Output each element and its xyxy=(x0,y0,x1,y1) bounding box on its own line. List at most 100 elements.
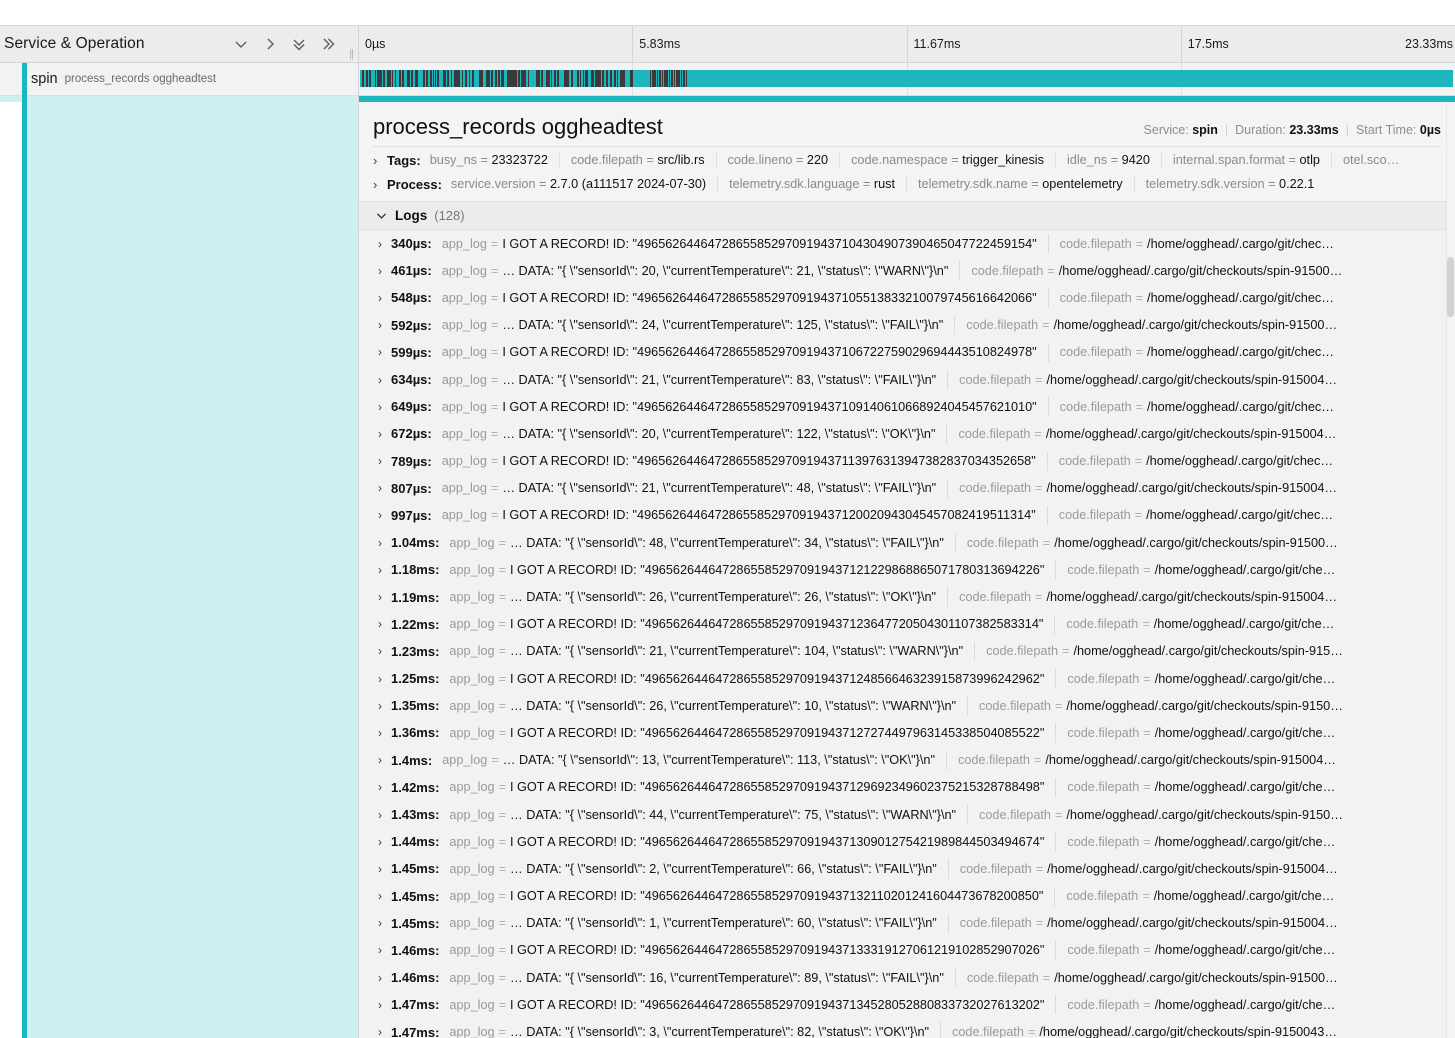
log-row[interactable]: › 548µs: app_log = I GOT A RECORD! ID: "4965… xyxy=(359,284,1455,311)
log-row[interactable]: › 807µs: app_log =… DATA: "{ \"sensorId\": … xyxy=(359,475,1455,502)
chevron-right-icon[interactable]: › xyxy=(378,971,391,985)
chevron-right-icon[interactable]: › xyxy=(378,726,391,740)
log-row[interactable]: › 1.46ms: app_log =… DATA: "{ \"sensorId\":… xyxy=(359,964,1455,991)
log-filepath-value: /home/ogghead/.cargo/git/che… xyxy=(1154,725,1336,740)
chevron-right-icon[interactable]: › xyxy=(378,916,391,930)
log-row[interactable]: › 1.35ms: app_log =… DATA: "{ \"sensorId\":… xyxy=(359,692,1455,719)
log-marker xyxy=(518,70,520,87)
chevron-right-icon[interactable]: › xyxy=(378,264,391,278)
chevron-right-icon[interactable] xyxy=(262,36,278,52)
chevron-right-icon[interactable]: › xyxy=(378,889,391,903)
span-row[interactable]: spin process_records oggheadtest xyxy=(0,63,1455,96)
chevron-right-icon[interactable]: › xyxy=(378,835,391,849)
chevron-right-icon[interactable]: › xyxy=(378,454,391,468)
log-row[interactable]: › 1.42ms: app_log = I GOT A RECORD! ID: "496… xyxy=(359,774,1455,801)
equals-sign: = xyxy=(1134,508,1143,523)
column-resize-handle[interactable]: || xyxy=(349,48,354,60)
process-accordion[interactable]: › Process: service.version = 2.7.0 (a111… xyxy=(359,171,1455,195)
chevron-right-icon[interactable]: › xyxy=(378,345,391,359)
log-row[interactable]: › 1.25ms: app_log = I GOT A RECORD! ID: "496… xyxy=(359,665,1455,692)
chevron-down-icon[interactable] xyxy=(233,36,249,52)
tags-accordion[interactable]: › Tags: busy_ns = 23323722 code.filepath … xyxy=(359,147,1455,171)
log-divider xyxy=(1055,723,1057,743)
log-row[interactable]: › 649µs: app_log = I GOT A RECORD! ID: "4965… xyxy=(359,393,1455,420)
span-color-bar xyxy=(22,63,27,96)
chevron-right-icon[interactable]: › xyxy=(378,563,391,577)
chevron-right-icon[interactable]: › xyxy=(378,536,391,550)
log-timestamp: 1.35ms: xyxy=(391,698,440,714)
log-message: … DATA: "{ \"sensorId\": 1, \"currentTem… xyxy=(510,916,937,931)
log-row[interactable]: › 592µs: app_log =… DATA: "{ \"sensorId\": … xyxy=(359,312,1455,339)
chevron-right-icon[interactable]: › xyxy=(378,943,391,957)
chevrons-right-icon[interactable] xyxy=(320,36,336,52)
log-row[interactable]: › 1.45ms: app_log = I GOT A RECORD! ID: "496… xyxy=(359,883,1455,910)
logs-section-header[interactable]: Logs (128) xyxy=(359,201,1455,230)
chevron-right-icon[interactable]: › xyxy=(378,237,391,251)
chevron-right-icon[interactable]: › xyxy=(378,808,391,822)
equals-sign: = xyxy=(1035,481,1043,496)
log-row[interactable]: › 1.45ms: app_log =… DATA: "{ \"sensorId\":… xyxy=(359,855,1455,882)
log-row[interactable]: › 1.44ms: app_log = I GOT A RECORD! ID: "496… xyxy=(359,828,1455,855)
log-row[interactable]: › 1.18ms: app_log = I GOT A RECORD! ID: "496… xyxy=(359,556,1455,583)
chevron-right-icon[interactable]: › xyxy=(378,753,391,767)
equals-sign: = xyxy=(490,426,499,441)
span-detail-header: process_records oggheadtest Service: spi… xyxy=(359,114,1455,140)
header-icon-group xyxy=(233,36,358,52)
chevron-right-icon[interactable]: › xyxy=(378,590,391,604)
chevron-right-icon[interactable]: › xyxy=(378,998,391,1012)
span-bar-cell[interactable] xyxy=(359,63,1455,95)
chevron-right-icon[interactable]: › xyxy=(378,699,391,713)
log-row[interactable]: › 1.46ms: app_log = I GOT A RECORD! ID: "496… xyxy=(359,937,1455,964)
chevron-right-icon[interactable]: › xyxy=(378,291,391,305)
log-row[interactable]: › 634µs: app_log =… DATA: "{ \"sensorId\": … xyxy=(359,366,1455,393)
equals-sign: = xyxy=(490,236,499,251)
log-row[interactable]: › 1.19ms: app_log =… DATA: "{ \"sensorId\":… xyxy=(359,583,1455,610)
chevron-right-icon[interactable]: › xyxy=(378,481,391,495)
chevron-right-icon[interactable]: › xyxy=(378,617,391,631)
chevron-right-icon[interactable]: › xyxy=(378,862,391,876)
equals-sign: = xyxy=(1135,399,1144,414)
log-row[interactable]: › 599µs: app_log = I GOT A RECORD! ID: "4965… xyxy=(359,339,1455,366)
chevron-right-icon[interactable]: › xyxy=(373,153,387,168)
chevron-right-icon[interactable]: › xyxy=(378,644,391,658)
log-row[interactable]: › 1.23ms: app_log =… DATA: "{ \"sensorId\":… xyxy=(359,638,1455,665)
chevron-right-icon[interactable]: › xyxy=(378,1025,391,1038)
chevrons-down-icon[interactable] xyxy=(291,36,307,52)
log-row[interactable]: › 1.36ms: app_log = I GOT A RECORD! ID: "496… xyxy=(359,719,1455,746)
chevron-right-icon[interactable]: › xyxy=(378,780,391,794)
log-timestamp: 672µs: xyxy=(391,426,432,442)
log-marker xyxy=(602,70,604,87)
equals-sign: = xyxy=(491,753,499,768)
log-row[interactable]: › 1.47ms: app_log =… DATA: "{ \"sensorId\":… xyxy=(359,1018,1455,1038)
log-row[interactable]: › 1.22ms: app_log = I GOT A RECORD! ID: "496… xyxy=(359,611,1455,638)
log-row[interactable]: › 1.47ms: app_log = I GOT A RECORD! ID: "496… xyxy=(359,991,1455,1018)
chevron-right-icon[interactable]: › xyxy=(378,672,391,686)
chevron-right-icon[interactable]: › xyxy=(378,427,391,441)
chevron-down-icon[interactable] xyxy=(375,209,388,222)
chevron-right-icon[interactable]: › xyxy=(378,373,391,387)
vertical-scrollbar[interactable] xyxy=(1446,102,1455,1038)
log-filepath-key: code.filepath xyxy=(979,698,1051,713)
log-row[interactable]: › 1.43ms: app_log =… DATA: "{ \"sensorId\":… xyxy=(359,801,1455,828)
chevron-right-icon[interactable]: › xyxy=(378,400,391,414)
log-filepath-key: code.filepath xyxy=(966,535,1039,550)
service-meta-label: Service: xyxy=(1143,123,1189,137)
log-row[interactable]: › 1.04ms: app_log =… DATA: "{ \"sensorId\":… xyxy=(359,529,1455,556)
span-duration-bar[interactable] xyxy=(360,70,1453,87)
log-timestamp: 634µs: xyxy=(391,372,432,388)
scrollbar-thumb[interactable] xyxy=(1447,257,1454,317)
log-row[interactable]: › 461µs: app_log =… DATA: "{ \"sensorId\": … xyxy=(359,257,1455,284)
span-label-cell[interactable]: spin process_records oggheadtest xyxy=(0,63,359,96)
log-row[interactable]: › 789µs: app_log = I GOT A RECORD! ID: "4965… xyxy=(359,448,1455,475)
log-row[interactable]: › 340µs: app_log = I GOT A RECORD! ID: "4965… xyxy=(359,230,1455,257)
log-divider xyxy=(1047,288,1049,308)
chevron-right-icon[interactable]: › xyxy=(378,318,391,332)
chevron-right-icon[interactable]: › xyxy=(378,508,391,522)
log-row[interactable]: › 1.4ms: app_log =… DATA: "{ \"sensorId\": … xyxy=(359,747,1455,774)
log-marker xyxy=(377,70,379,87)
log-row[interactable]: › 997µs: app_log = I GOT A RECORD! ID: "4965… xyxy=(359,502,1455,529)
chevron-right-icon[interactable]: › xyxy=(373,177,387,192)
log-divider xyxy=(1054,614,1056,634)
log-row[interactable]: › 672µs: app_log =… DATA: "{ \"sensorId\": … xyxy=(359,420,1455,447)
log-row[interactable]: › 1.45ms: app_log =… DATA: "{ \"sensorId\":… xyxy=(359,910,1455,937)
